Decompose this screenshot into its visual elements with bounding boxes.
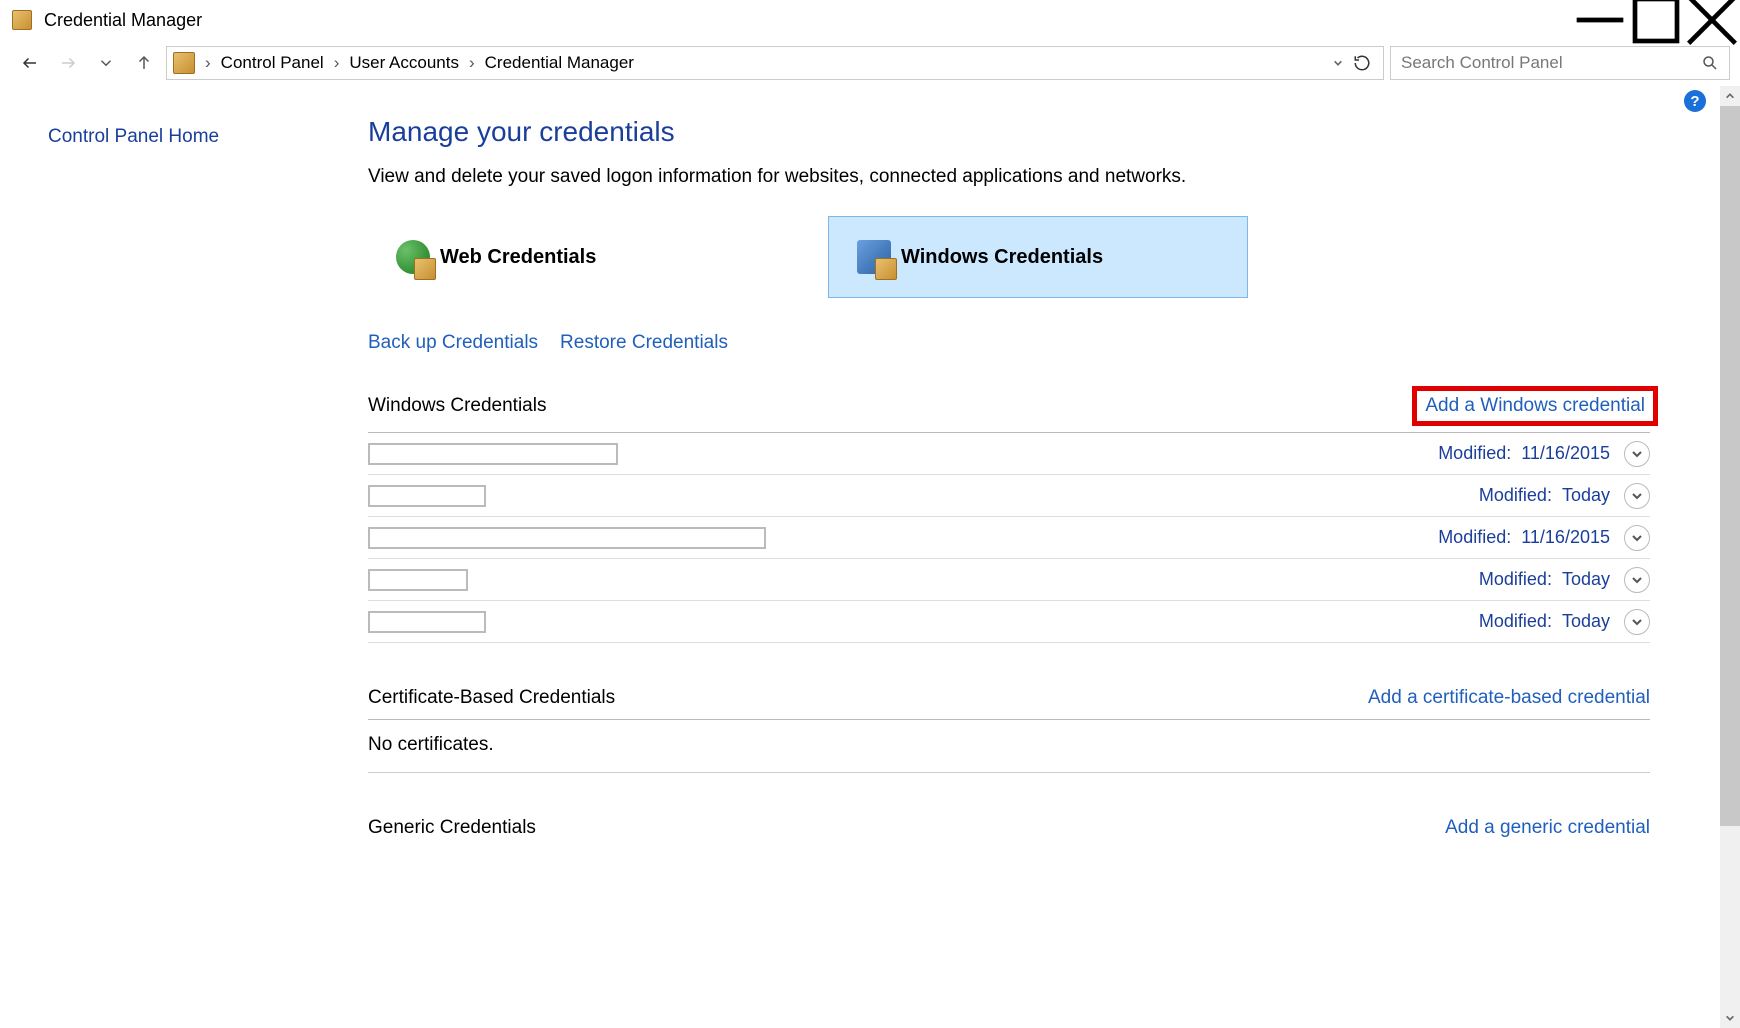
section-generic-credentials: Generic Credentials Add a generic creden… <box>368 811 1650 849</box>
credential-tabs: Web Credentials Windows Credentials <box>368 216 1650 298</box>
breadcrumb-control-panel[interactable]: Control Panel <box>221 53 324 73</box>
body: Control Panel Home ? Manage your credent… <box>0 86 1740 1028</box>
backup-restore-links: Back up Credentials Restore Credentials <box>368 332 1650 354</box>
modified-label: Modified: <box>1479 485 1552 505</box>
app-icon <box>12 10 32 30</box>
breadcrumb-credential-manager[interactable]: Credential Manager <box>485 53 634 73</box>
section-windows-credentials: Windows Credentials Add a Windows creden… <box>368 384 1650 433</box>
scroll-down-button[interactable] <box>1720 1008 1740 1028</box>
add-certificate-credential-link[interactable]: Add a certificate-based credential <box>1368 687 1650 709</box>
recent-locations-button[interactable] <box>90 47 122 79</box>
chevron-right-icon: › <box>328 53 346 73</box>
forward-button[interactable] <box>52 47 84 79</box>
sidebar: Control Panel Home <box>0 86 340 1028</box>
modified-date: Today <box>1562 611 1610 631</box>
credential-list: Modified: 11/16/2015 Modified: Today Modif… <box>368 433 1650 643</box>
page-title: Manage your credentials <box>368 116 1650 148</box>
main-content: ? Manage your credentials View and delet… <box>340 86 1740 1028</box>
windows-icon <box>857 240 891 274</box>
section-title: Certificate-Based Credentials <box>368 687 615 709</box>
modified-date: 11/16/2015 <box>1521 443 1610 463</box>
back-button[interactable] <box>14 47 46 79</box>
expand-button[interactable] <box>1624 567 1650 593</box>
address-bar[interactable]: › Control Panel › User Accounts › Creden… <box>166 46 1384 80</box>
navigation-bar: › Control Panel › User Accounts › Creden… <box>0 40 1740 86</box>
tab-label: Windows Credentials <box>901 246 1103 269</box>
help-icon[interactable]: ? <box>1684 90 1706 112</box>
credential-row[interactable]: Modified: Today <box>368 559 1650 601</box>
credential-row[interactable]: Modified: 11/16/2015 <box>368 433 1650 475</box>
window-controls <box>1572 0 1740 40</box>
modified-date: Today <box>1562 569 1610 589</box>
credential-row[interactable]: Modified: Today <box>368 475 1650 517</box>
backup-credentials-link[interactable]: Back up Credentials <box>368 332 538 354</box>
chevron-right-icon: › <box>199 53 217 73</box>
search-icon <box>1701 54 1719 72</box>
chevron-down-icon[interactable] <box>1333 58 1343 68</box>
credential-row[interactable]: Modified: 11/16/2015 <box>368 517 1650 559</box>
globe-icon <box>396 240 430 274</box>
close-button[interactable] <box>1684 0 1740 40</box>
titlebar: Credential Manager <box>0 0 1740 40</box>
up-button[interactable] <box>128 47 160 79</box>
no-certificates-text: No certificates. <box>368 720 1650 773</box>
expand-button[interactable] <box>1624 525 1650 551</box>
add-windows-credential-link[interactable]: Add a Windows credential <box>1425 395 1645 416</box>
add-generic-credential-link[interactable]: Add a generic credential <box>1445 817 1650 839</box>
refresh-icon[interactable] <box>1353 54 1371 72</box>
tab-web-credentials[interactable]: Web Credentials <box>368 216 788 298</box>
chevron-right-icon: › <box>463 53 481 73</box>
expand-button[interactable] <box>1624 441 1650 467</box>
search-input[interactable]: Search Control Panel <box>1390 46 1730 80</box>
redacted-name <box>368 611 486 633</box>
search-placeholder: Search Control Panel <box>1401 53 1563 73</box>
expand-button[interactable] <box>1624 483 1650 509</box>
modified-date: 11/16/2015 <box>1521 527 1610 547</box>
section-title: Windows Credentials <box>368 395 546 417</box>
scroll-up-button[interactable] <box>1720 86 1740 106</box>
modified-label: Modified: <box>1438 443 1511 463</box>
folder-icon <box>173 52 195 74</box>
maximize-button[interactable] <box>1628 0 1684 40</box>
redacted-name <box>368 485 486 507</box>
tab-label: Web Credentials <box>440 246 596 269</box>
modified-label: Modified: <box>1479 611 1552 631</box>
redacted-name <box>368 569 468 591</box>
modified-label: Modified: <box>1479 569 1552 589</box>
control-panel-home-link[interactable]: Control Panel Home <box>48 126 219 147</box>
expand-button[interactable] <box>1624 609 1650 635</box>
window-title: Credential Manager <box>44 10 202 31</box>
page-description: View and delete your saved logon informa… <box>368 166 1650 188</box>
scrollbar[interactable] <box>1720 86 1740 1028</box>
modified-date: Today <box>1562 485 1610 505</box>
breadcrumb-user-accounts[interactable]: User Accounts <box>349 53 459 73</box>
modified-label: Modified: <box>1438 527 1511 547</box>
minimize-button[interactable] <box>1572 0 1628 40</box>
scroll-thumb[interactable] <box>1720 106 1740 826</box>
redacted-name <box>368 527 766 549</box>
tab-windows-credentials[interactable]: Windows Credentials <box>828 216 1248 298</box>
section-certificate-credentials: Certificate-Based Credentials Add a cert… <box>368 681 1650 720</box>
redacted-name <box>368 443 618 465</box>
restore-credentials-link[interactable]: Restore Credentials <box>560 332 728 354</box>
section-title: Generic Credentials <box>368 817 536 839</box>
credential-row[interactable]: Modified: Today <box>368 601 1650 643</box>
